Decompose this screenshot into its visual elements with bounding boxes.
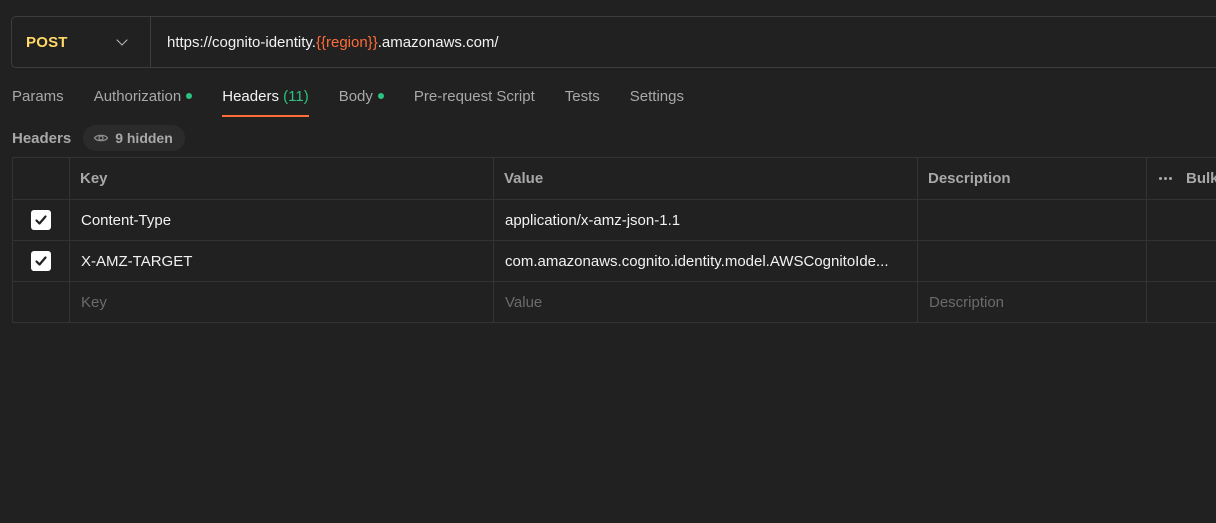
table-row: X-AMZ-TARGET com.amazonaws.cognito.ident…	[13, 241, 1216, 282]
header-key-cell[interactable]: X-AMZ-TARGET	[70, 241, 494, 281]
tab-label: Headers	[222, 88, 279, 105]
header-value-cell[interactable]: application/x-amz-json-1.1	[494, 200, 918, 240]
tab-label: Pre-request Script	[413, 88, 535, 105]
new-key-input[interactable]: Key	[70, 282, 494, 322]
eye-icon	[93, 134, 109, 142]
checkmark-icon	[35, 256, 47, 266]
column-header-value: Value	[494, 158, 918, 199]
tab-headers[interactable]: Headers (11)	[222, 82, 310, 117]
tab-label: Body	[338, 88, 373, 105]
hidden-count-label: 9 hidden	[115, 130, 173, 146]
hidden-headers-toggle[interactable]: 9 hidden	[83, 125, 185, 151]
tab-params[interactable]: Params	[12, 82, 64, 117]
row-actions-cell	[1147, 282, 1216, 322]
url-variable: {{region}}	[315, 33, 378, 51]
header-description-cell[interactable]	[918, 200, 1147, 240]
column-header-description: Description	[918, 158, 1147, 199]
table-header-row: Key Value Description Bulk Edit	[13, 158, 1216, 200]
row-check-cell	[13, 241, 70, 281]
headers-subheader: Headers 9 hidden	[12, 124, 185, 152]
method-label: POST	[26, 33, 68, 51]
headers-table: Key Value Description Bulk Edit Content-…	[12, 157, 1216, 323]
header-check-cell	[13, 158, 70, 199]
tab-label: Params	[12, 88, 64, 105]
request-tabs: Params Authorization Headers (11) Body P…	[12, 82, 714, 118]
row-checkbox[interactable]	[31, 210, 51, 230]
row-actions-cell	[1147, 200, 1216, 240]
url-input[interactable]: https://cognito-identity.{{region}}.amaz…	[151, 34, 499, 51]
header-value-cell[interactable]: com.amazonaws.cognito.identity.model.AWS…	[494, 241, 918, 281]
url-prefix: https://cognito-identity.	[167, 33, 316, 51]
row-check-cell	[13, 282, 70, 322]
row-check-cell	[13, 200, 70, 240]
section-title: Headers	[12, 129, 72, 147]
row-checkbox[interactable]	[31, 251, 51, 271]
tab-body[interactable]: Body	[339, 82, 384, 117]
header-key-cell[interactable]: Content-Type	[70, 200, 494, 240]
table-row-new: Key Value Description	[13, 282, 1216, 323]
more-options-icon[interactable]	[1159, 177, 1172, 180]
header-description-cell[interactable]	[918, 241, 1147, 281]
tab-label: Settings	[629, 88, 684, 105]
tab-label: Tests	[564, 88, 600, 105]
headers-count-badge: (11)	[283, 88, 309, 105]
method-selector[interactable]: POST	[12, 17, 151, 67]
status-dot-icon	[377, 93, 384, 100]
url-suffix: .amazonaws.com/	[377, 33, 499, 51]
bulk-edit-link[interactable]: Bulk Edit	[1186, 170, 1216, 187]
column-header-key: Key	[70, 158, 494, 199]
new-description-input[interactable]: Description	[918, 282, 1147, 322]
status-dot-icon	[186, 93, 193, 100]
column-header-actions: Bulk Edit	[1147, 158, 1216, 199]
tab-pre-request-script[interactable]: Pre-request Script	[414, 82, 535, 117]
row-actions-cell	[1147, 241, 1216, 281]
tab-label: Authorization	[93, 88, 182, 105]
chevron-down-icon	[116, 33, 128, 46]
new-value-input[interactable]: Value	[494, 282, 918, 322]
table-row: Content-Type application/x-amz-json-1.1	[13, 200, 1216, 241]
checkmark-icon	[35, 215, 47, 225]
tab-authorization[interactable]: Authorization	[94, 82, 193, 117]
tab-tests[interactable]: Tests	[565, 82, 600, 117]
tab-settings[interactable]: Settings	[630, 82, 684, 117]
request-url-bar: POST https://cognito-identity.{{region}}…	[11, 16, 1216, 68]
